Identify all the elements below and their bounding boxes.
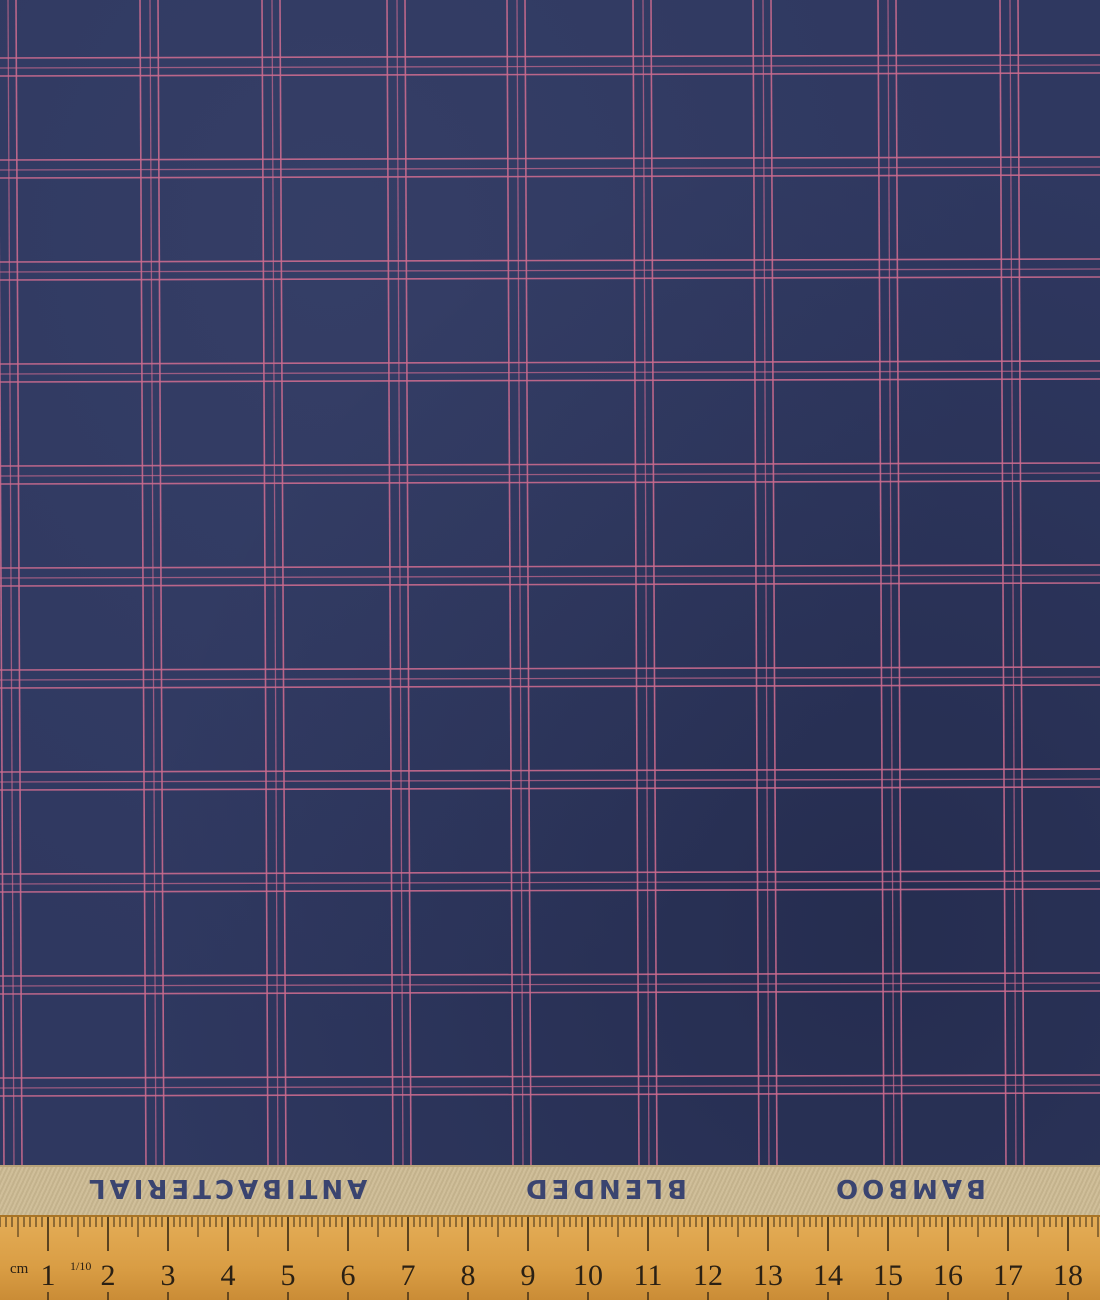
check-stripe bbox=[0, 472, 1100, 477]
ruler-number: 1 bbox=[40, 1259, 56, 1292]
check-stripe bbox=[0, 1084, 1100, 1089]
check-stripe bbox=[0, 666, 1100, 671]
fabric-swatch-photo: ANTIBACTERIAL BLENDED BAMBOO cm 1/10 123… bbox=[0, 0, 1100, 1300]
ruler-unit-label: cm bbox=[10, 1261, 29, 1277]
check-stripe bbox=[0, 990, 1100, 995]
check-stripe bbox=[0, 880, 1100, 885]
check-stripe bbox=[0, 72, 1100, 77]
selvedge-word-bamboo: BAMBOO bbox=[832, 1173, 986, 1203]
check-stripe bbox=[0, 276, 1100, 281]
windowpane-check-pattern bbox=[0, 0, 1100, 1168]
check-stripe bbox=[0, 233, 5, 1168]
ruler-fraction-label: 1/10 bbox=[70, 1259, 92, 1273]
check-stripe bbox=[0, 574, 1100, 579]
check-stripe bbox=[0, 582, 1100, 587]
check-stripe bbox=[0, 786, 1100, 791]
ruler-number: 5 bbox=[280, 1259, 296, 1292]
fabric-selvedge: ANTIBACTERIAL BLENDED BAMBOO bbox=[0, 1165, 1100, 1217]
ruler-number: 10 bbox=[573, 1259, 603, 1292]
ruler-number: 18 bbox=[1053, 1259, 1083, 1292]
ruler-number: 3 bbox=[160, 1259, 176, 1292]
check-stripe bbox=[0, 54, 1100, 59]
check-stripe bbox=[0, 378, 1100, 383]
check-stripe bbox=[0, 360, 1100, 365]
check-stripe bbox=[0, 768, 1100, 773]
check-stripe bbox=[0, 64, 1100, 69]
ruler-number: 8 bbox=[460, 1259, 476, 1292]
check-stripe bbox=[0, 778, 1100, 783]
ruler-number: 13 bbox=[753, 1259, 783, 1292]
check-stripe bbox=[0, 258, 1100, 263]
check-stripe bbox=[0, 480, 1100, 485]
ruler-number: 17 bbox=[993, 1259, 1023, 1292]
ruler-number: 12 bbox=[693, 1259, 723, 1292]
check-stripe bbox=[0, 156, 1100, 161]
ruler-number: 14 bbox=[813, 1259, 843, 1292]
check-stripe bbox=[139, 0, 147, 1168]
check-stripe bbox=[15, 0, 23, 1168]
ruler-number: 7 bbox=[400, 1259, 416, 1292]
selvedge-word-blended: BLENDED bbox=[522, 1173, 687, 1203]
check-stripe bbox=[0, 174, 1100, 179]
ruler-number: 4 bbox=[220, 1259, 236, 1292]
navy-check-fabric bbox=[0, 0, 1100, 1168]
check-stripe bbox=[0, 676, 1100, 681]
selvedge-word-antibacterial: ANTIBACTERIAL bbox=[85, 1173, 368, 1203]
check-stripe bbox=[0, 972, 1100, 977]
check-stripe bbox=[0, 370, 1100, 375]
ruler-number: 6 bbox=[340, 1259, 356, 1292]
ruler-number: 16 bbox=[933, 1259, 963, 1292]
check-stripe bbox=[0, 982, 1100, 987]
check-stripe bbox=[0, 1092, 1100, 1097]
ruler-number: 11 bbox=[633, 1259, 663, 1292]
ruler-number: 15 bbox=[873, 1259, 903, 1292]
ruler-number: 2 bbox=[100, 1259, 116, 1292]
measuring-ruler: cm 1/10 1 2 3 4 5 6 7 8 9 10 11 12 13 14 15 16 17 18 bbox=[0, 1215, 1100, 1300]
check-stripe bbox=[0, 462, 1100, 467]
check-stripe bbox=[7, 0, 15, 1168]
check-stripe bbox=[0, 268, 1100, 273]
check-stripe bbox=[0, 684, 1100, 689]
check-stripe bbox=[0, 166, 1100, 171]
ruler-number: 9 bbox=[520, 1259, 536, 1292]
check-stripe bbox=[0, 870, 1100, 875]
check-stripe bbox=[0, 1074, 1100, 1079]
check-stripe bbox=[0, 564, 1100, 569]
check-stripe bbox=[0, 888, 1100, 893]
